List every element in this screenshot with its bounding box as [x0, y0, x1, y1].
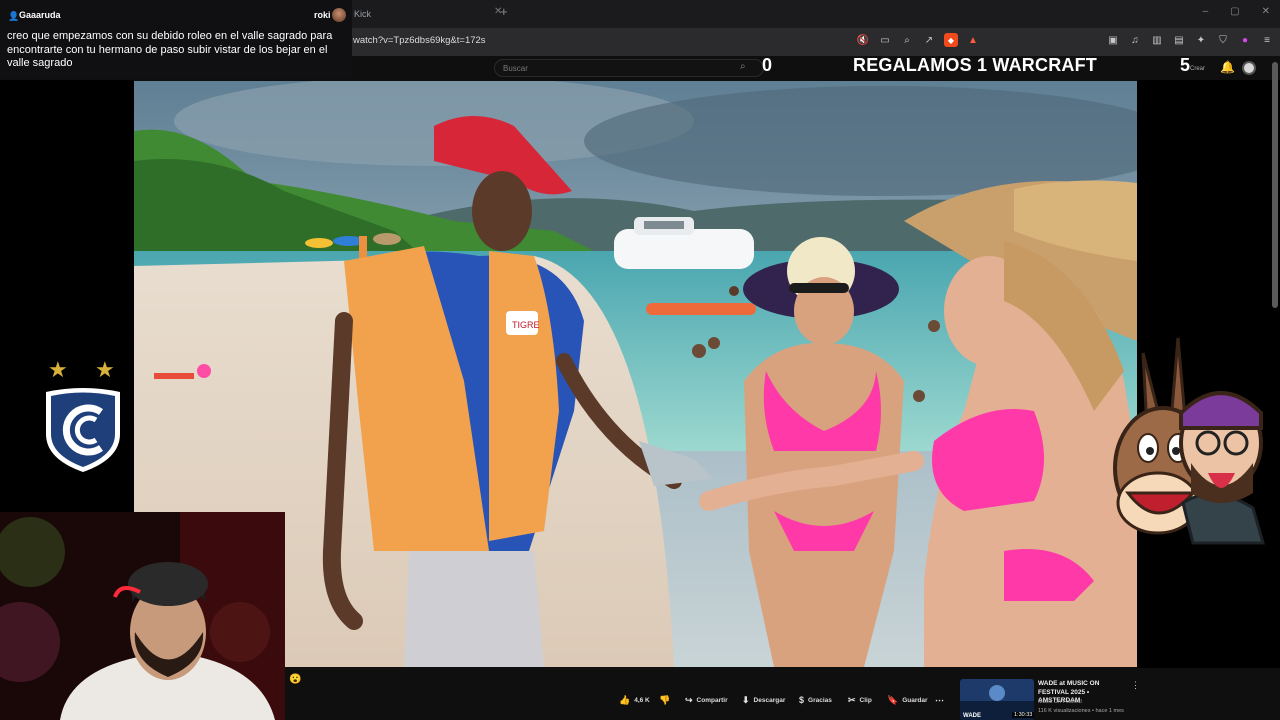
scissors-icon: ✂: [848, 694, 856, 705]
recommended-channel[interactable]: Music On Festival: [1038, 699, 1082, 705]
mascot-overlay: [1113, 337, 1265, 545]
thumbs-up-icon: 👍: [619, 694, 631, 705]
more-actions-button[interactable]: ⋯: [935, 693, 944, 707]
emoji-icon: 😮: [289, 674, 302, 685]
more-icon: ⋯: [935, 694, 944, 705]
share-button[interactable]: ↪ Compartir: [685, 693, 728, 707]
chat-reply-author: roki: [314, 10, 331, 20]
clip-label: Clip: [859, 696, 872, 704]
save-button[interactable]: 🔖 Guardar: [887, 693, 928, 707]
brave-shield-icon[interactable]: ◆: [944, 33, 958, 47]
like-button[interactable]: 👍 4,6 K: [619, 693, 650, 707]
music-icon[interactable]: ♫: [1128, 33, 1142, 47]
promo-banner: REGALAMOS 1 WARCRAFT: [853, 55, 1097, 75]
user-icon: 👤: [8, 11, 20, 21]
maximize-button[interactable]: ▢: [1230, 6, 1239, 17]
wallet-icon[interactable]: ▤: [1172, 33, 1186, 47]
chat-message: creo que empezamos con su debido roleo e…: [7, 30, 333, 69]
download-button[interactable]: ⬇ Descargar: [742, 693, 785, 707]
menu-icon[interactable]: ≡: [1260, 33, 1274, 47]
star-icon: ★: [95, 357, 115, 382]
share-arrow-icon: ↪: [685, 694, 693, 705]
avatar[interactable]: [1242, 61, 1256, 75]
download-icon: ⬇: [742, 694, 750, 705]
translate-icon[interactable]: ▣: [1106, 33, 1120, 47]
download-label: Descargar: [753, 696, 786, 704]
share-icon[interactable]: ↗: [922, 33, 936, 47]
window-controls: – ▢ ✕: [1203, 6, 1270, 17]
clip-button[interactable]: ✂ Clip: [848, 693, 872, 707]
vpn-icon[interactable]: ⛉: [1216, 33, 1230, 47]
bookmark-icon: 🔖: [887, 694, 899, 705]
counter-right: 5: [1180, 55, 1191, 75]
profile-icon[interactable]: ●: [1238, 33, 1252, 47]
like-count: 4,6 K: [634, 696, 650, 704]
mute-icon[interactable]: 🔇: [856, 33, 870, 47]
thanks-icon: $: [799, 695, 805, 705]
counter-left: 0: [762, 55, 773, 75]
address-bar-url[interactable]: watch?v=Tpz6dbs69kg&t=172s: [353, 35, 486, 46]
cast-icon[interactable]: ▭: [878, 33, 892, 47]
extension-icons: ▣ ♫ ▥ ▤ ✦ ⛉ ● ≡: [1106, 33, 1274, 47]
svg-text:TIGRE: TIGRE: [512, 320, 540, 330]
tab-kick[interactable]: Kick: [352, 4, 492, 24]
recommended-stats: 116 K visualizaciones • hace 1 mes: [1038, 708, 1124, 714]
close-window-button[interactable]: ✕: [1262, 6, 1270, 17]
thumbs-down-icon: 👎: [659, 694, 671, 705]
zoom-icon[interactable]: ⌕: [900, 33, 914, 47]
leo-icon[interactable]: ✦: [1194, 33, 1208, 47]
save-label: Guardar: [902, 696, 928, 704]
new-tab-icon[interactable]: +: [500, 4, 508, 19]
club-crest-logo: [46, 388, 120, 472]
star-icon: ★: [48, 357, 68, 382]
create-button[interactable]: Crear: [1190, 66, 1205, 72]
share-label: Compartir: [696, 696, 728, 704]
thanks-button[interactable]: $ Gracias: [799, 693, 832, 707]
duration-badge: 1:30:33: [1012, 712, 1035, 718]
thanks-label: Gracias: [808, 696, 832, 704]
more-vert-icon[interactable]: ⋮: [1131, 680, 1140, 691]
sidebar-icon[interactable]: ▥: [1150, 33, 1164, 47]
minimize-button[interactable]: –: [1203, 6, 1209, 17]
scrollbar[interactable]: [1272, 62, 1278, 308]
webcam-feed: [0, 512, 285, 720]
thumbnail-text: WADE: [963, 713, 981, 719]
dislike-button[interactable]: 👎: [659, 693, 670, 707]
notifications-icon[interactable]: 🔔: [1220, 60, 1235, 74]
search-icon[interactable]: ⌕: [740, 61, 746, 72]
search-input[interactable]: Buscar: [494, 59, 764, 77]
chat-username: Gaaaruda: [19, 10, 61, 20]
chat-avatar: [332, 8, 346, 22]
brave-rewards-icon[interactable]: ▲: [966, 33, 980, 47]
address-bar-icons: 🔇 ▭ ⌕ ↗ ◆ ▲: [856, 33, 980, 47]
